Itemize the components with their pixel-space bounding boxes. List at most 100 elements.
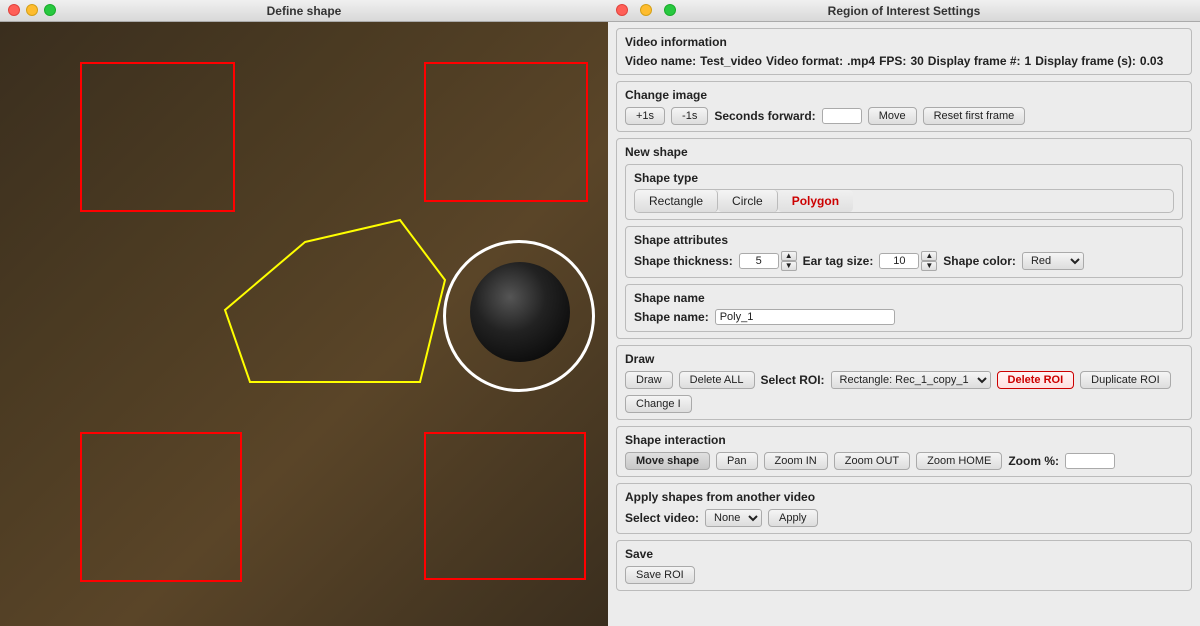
maximize-button-left[interactable]	[44, 4, 56, 16]
shape-interaction-title: Shape interaction	[625, 433, 1183, 447]
apply-shapes-title: Apply shapes from another video	[625, 490, 1183, 504]
ear-tag-stepper: ▲ ▼	[879, 251, 937, 271]
shape-type-subsection: Shape type Rectangle Circle Polygon	[625, 164, 1183, 220]
zoom-pct-label: Zoom %:	[1008, 454, 1059, 468]
video-name-label: Video name:	[625, 54, 696, 68]
shape-name-row: Shape name:	[634, 309, 1174, 325]
display-frame-s-label: Display frame (s):	[1035, 54, 1136, 68]
shape-rect-tr	[424, 62, 588, 202]
ear-tag-up[interactable]: ▲	[921, 251, 937, 261]
draw-title: Draw	[625, 352, 1183, 366]
left-titlebar: Define shape	[0, 0, 608, 22]
circle-shape-button[interactable]: Circle	[718, 190, 778, 212]
shape-rect-bl	[80, 432, 242, 582]
thickness-arrows: ▲ ▼	[781, 251, 797, 271]
change-image-row: +1s -1s Seconds forward: Move Reset firs…	[625, 107, 1183, 125]
shape-interaction-row: Move shape Pan Zoom IN Zoom OUT Zoom HOM…	[625, 452, 1183, 470]
shape-type-label: Shape type	[634, 171, 1174, 185]
roi-select[interactable]: Rectangle: Rec_1_copy_1	[831, 371, 991, 389]
close-button-right[interactable]	[616, 4, 628, 16]
seconds-forward-label: Seconds forward:	[714, 109, 815, 123]
dark-object	[470, 262, 570, 362]
thickness-stepper: ▲ ▼	[739, 251, 797, 271]
minimize-button-right[interactable]	[640, 4, 652, 16]
right-titlebar: Region of Interest Settings	[608, 0, 1200, 22]
delete-all-button[interactable]: Delete ALL	[679, 371, 755, 389]
display-frame-value: 1	[1025, 54, 1032, 68]
zoom-pct-input[interactable]	[1065, 453, 1115, 469]
new-shape-section: New shape Shape type Rectangle Circle Po…	[616, 138, 1192, 339]
draw-button[interactable]: Draw	[625, 371, 673, 389]
left-window-title: Define shape	[267, 4, 342, 18]
reset-first-frame-button[interactable]: Reset first frame	[923, 107, 1026, 125]
shape-type-group: Rectangle Circle Polygon	[634, 189, 1174, 213]
pan-button[interactable]: Pan	[716, 452, 758, 470]
thickness-down[interactable]: ▼	[781, 261, 797, 271]
traffic-lights-right	[616, 4, 676, 16]
duplicate-roi-button[interactable]: Duplicate ROI	[1080, 371, 1170, 389]
save-title: Save	[625, 547, 1183, 561]
thickness-up[interactable]: ▲	[781, 251, 797, 261]
draw-section: Draw Draw Delete ALL Select ROI: Rectang…	[616, 345, 1192, 420]
ear-tag-label: Ear tag size:	[803, 254, 874, 268]
right-window-title: Region of Interest Settings	[828, 4, 981, 18]
video-info-section: Video information Video name: Test_video…	[616, 28, 1192, 75]
video-info-row: Video name: Test_video Video format: .mp…	[625, 54, 1183, 68]
delete-roi-button[interactable]: Delete ROI	[997, 371, 1075, 389]
polygon-shape-button[interactable]: Polygon	[778, 190, 853, 212]
thickness-label: Shape thickness:	[634, 254, 733, 268]
maximize-button-right[interactable]	[664, 4, 676, 16]
close-button-left[interactable]	[8, 4, 20, 16]
zoom-in-button[interactable]: Zoom IN	[764, 452, 828, 470]
save-row: Save ROI	[625, 566, 1183, 584]
change-image-section: Change image +1s -1s Seconds forward: Mo…	[616, 81, 1192, 132]
fps-label: FPS:	[879, 54, 906, 68]
shape-rect-tl	[80, 62, 235, 212]
seconds-forward-input[interactable]	[822, 108, 862, 124]
apply-button[interactable]: Apply	[768, 509, 818, 527]
traffic-lights-left	[8, 4, 56, 16]
new-shape-title: New shape	[625, 145, 1183, 159]
ear-tag-arrows: ▲ ▼	[921, 251, 937, 271]
rectangle-shape-button[interactable]: Rectangle	[635, 190, 718, 212]
shape-name-input[interactable]	[715, 309, 895, 325]
save-section: Save Save ROI	[616, 540, 1192, 591]
video-info-title: Video information	[625, 35, 1183, 49]
shape-name-subsection: Shape name Shape name:	[625, 284, 1183, 332]
change-image-title: Change image	[625, 88, 1183, 102]
save-roi-button[interactable]: Save ROI	[625, 566, 695, 584]
thickness-input[interactable]	[739, 253, 779, 269]
shape-attributes-subsection: Shape attributes Shape thickness: ▲ ▼ Ea…	[625, 226, 1183, 278]
zoom-home-button[interactable]: Zoom HOME	[916, 452, 1002, 470]
video-panel	[0, 22, 608, 626]
move-button[interactable]: Move	[868, 107, 917, 125]
fps-value: 30	[910, 54, 923, 68]
shape-attributes-title: Shape attributes	[634, 233, 1174, 247]
display-frame-s-value: 0.03	[1140, 54, 1163, 68]
ear-tag-down[interactable]: ▼	[921, 261, 937, 271]
move-shape-button[interactable]: Move shape	[625, 452, 710, 470]
shape-attributes-row: Shape thickness: ▲ ▼ Ear tag size:	[634, 251, 1174, 271]
ear-tag-input[interactable]	[879, 253, 919, 269]
shape-rect-br	[424, 432, 586, 580]
shape-interaction-section: Shape interaction Move shape Pan Zoom IN…	[616, 426, 1192, 477]
display-frame-label: Display frame #:	[928, 54, 1021, 68]
change-button[interactable]: Change I	[625, 395, 692, 413]
zoom-out-button[interactable]: Zoom OUT	[834, 452, 910, 470]
shape-name-label: Shape name:	[634, 310, 709, 324]
minimize-button-left[interactable]	[26, 4, 38, 16]
shape-name-title: Shape name	[634, 291, 1174, 305]
apply-shapes-section: Apply shapes from another video Select v…	[616, 483, 1192, 534]
draw-row: Draw Delete ALL Select ROI: Rectangle: R…	[625, 371, 1183, 413]
minus1s-button[interactable]: -1s	[671, 107, 708, 125]
plus1s-button[interactable]: +1s	[625, 107, 665, 125]
apply-shapes-row: Select video: None Apply	[625, 509, 1183, 527]
video-format-value: .mp4	[847, 54, 875, 68]
video-format-label: Video format:	[766, 54, 843, 68]
video-name-value: Test_video	[700, 54, 762, 68]
shape-color-select[interactable]: Red Blue Green Yellow White	[1022, 252, 1084, 270]
select-roi-label: Select ROI:	[761, 373, 825, 387]
select-video-label: Select video:	[625, 511, 699, 525]
color-label: Shape color:	[943, 254, 1016, 268]
apply-shapes-video-select[interactable]: None	[705, 509, 762, 527]
